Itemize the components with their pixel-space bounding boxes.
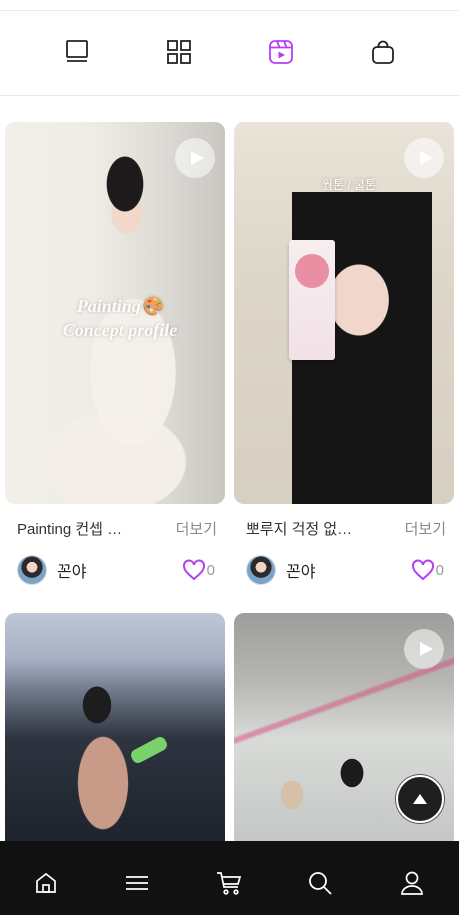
feed-view-icon bbox=[66, 40, 88, 62]
heart-icon bbox=[411, 559, 434, 581]
post-card[interactable]: 웜톤 / 쿨톤 뽀루지 걱정 없… 더보기 꼰야 0 bbox=[234, 122, 454, 585]
play-button[interactable] bbox=[175, 138, 215, 178]
scroll-to-top-button[interactable] bbox=[396, 775, 444, 823]
avatar[interactable] bbox=[246, 555, 276, 585]
play-button[interactable] bbox=[404, 629, 444, 669]
nav-search[interactable] bbox=[306, 869, 334, 897]
play-button[interactable] bbox=[404, 138, 444, 178]
like-button[interactable]: 0 bbox=[411, 559, 444, 581]
more-link[interactable]: 더보기 bbox=[405, 518, 446, 539]
tab-divider bbox=[0, 95, 459, 96]
play-icon bbox=[190, 151, 204, 165]
play-icon bbox=[419, 642, 433, 656]
heart-icon bbox=[182, 559, 205, 581]
search-icon bbox=[309, 872, 332, 895]
post-card[interactable]: Painting🎨 Concept profile Painting 컨셉 … … bbox=[5, 122, 225, 585]
post-thumbnail[interactable] bbox=[5, 613, 225, 841]
like-count: 0 bbox=[206, 561, 215, 579]
caption-row: 뽀루지 걱정 없… 더보기 bbox=[246, 518, 446, 539]
post-caption[interactable]: 뽀루지 걱정 없… bbox=[246, 518, 352, 539]
menu-icon bbox=[126, 876, 148, 890]
grid-view-icon bbox=[167, 40, 191, 64]
nav-cart[interactable] bbox=[215, 869, 243, 897]
home-icon bbox=[36, 872, 56, 893]
overlay-title-line1: Painting🎨 bbox=[76, 296, 164, 316]
caption-row: Painting 컨셉 … 더보기 bbox=[17, 518, 217, 539]
shopping-bag-tab[interactable] bbox=[368, 37, 398, 67]
avatar[interactable] bbox=[17, 555, 47, 585]
arrow-up-icon bbox=[413, 794, 427, 804]
video-reel-icon bbox=[269, 40, 293, 64]
author-row: 꼰야 0 bbox=[17, 554, 227, 586]
nav-profile[interactable] bbox=[398, 869, 426, 897]
more-link[interactable]: 더보기 bbox=[176, 518, 217, 539]
author-row: 꼰야 0 bbox=[246, 554, 456, 586]
overlay-title-line2: Concept profile bbox=[62, 320, 178, 340]
shopping-bag-icon bbox=[372, 40, 394, 64]
user-icon bbox=[401, 871, 423, 895]
nav-home[interactable] bbox=[32, 869, 60, 897]
like-button[interactable]: 0 bbox=[182, 559, 215, 581]
view-tabbar bbox=[0, 11, 459, 95]
overlay-tag: 웜톤 / 쿨톤 bbox=[321, 178, 377, 192]
water-gun bbox=[128, 734, 170, 766]
cart-icon bbox=[217, 872, 242, 895]
post-thumbnail[interactable]: 웜톤 / 쿨톤 bbox=[234, 122, 454, 504]
author-name[interactable]: 꼰야 bbox=[57, 558, 86, 582]
like-count: 0 bbox=[435, 561, 444, 579]
blush-compact bbox=[295, 254, 329, 288]
feed-view-tab[interactable] bbox=[62, 37, 92, 67]
video-reel-tab[interactable] bbox=[266, 37, 296, 67]
play-icon bbox=[419, 151, 433, 165]
bottom-navigation bbox=[0, 841, 459, 915]
post-caption[interactable]: Painting 컨셉 … bbox=[17, 518, 122, 539]
grid-view-tab[interactable] bbox=[164, 37, 194, 67]
nav-menu[interactable] bbox=[123, 869, 151, 897]
post-thumbnail[interactable]: Painting🎨 Concept profile bbox=[5, 122, 225, 504]
product-box bbox=[289, 240, 335, 360]
author-name[interactable]: 꼰야 bbox=[286, 558, 315, 582]
post-card[interactable] bbox=[5, 613, 225, 841]
